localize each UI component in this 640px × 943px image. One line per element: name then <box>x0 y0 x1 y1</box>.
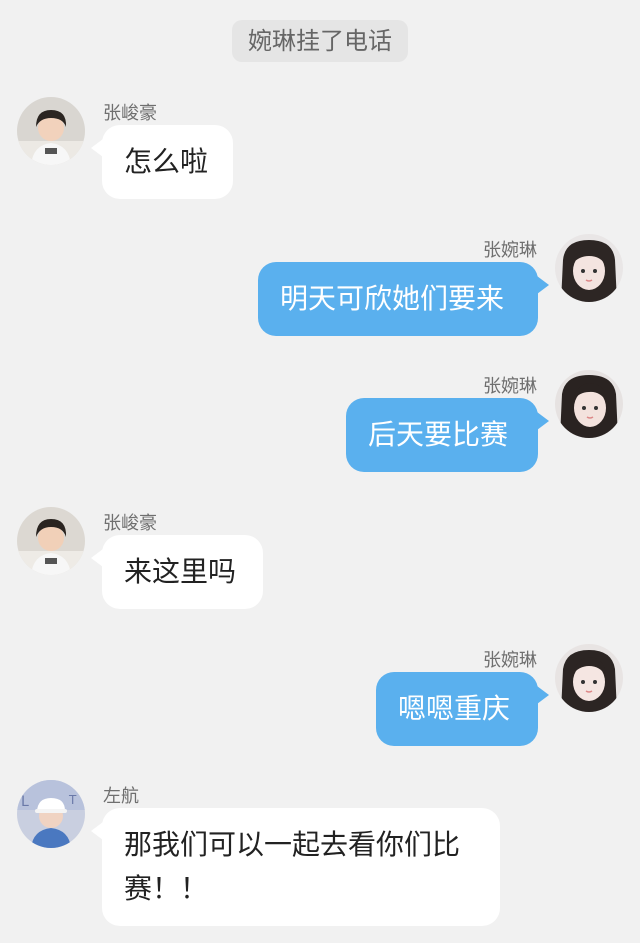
sender-name: 张峻豪 <box>103 513 157 534</box>
chat-bubble[interactable]: 那我们可以一起去看你们比赛！！ <box>91 808 500 926</box>
sender-name: 张婉琳 <box>483 650 537 671</box>
sender-name: 张峻豪 <box>103 103 157 124</box>
system-notice: 婉琳挂了电话 <box>232 20 408 62</box>
avatar[interactable] <box>17 97 85 165</box>
sender-name: 张婉琳 <box>483 240 537 261</box>
message-text: 明天可欣她们要来 <box>280 282 505 315</box>
avatar[interactable] <box>555 644 623 712</box>
boy-avatar-icon <box>17 507 85 575</box>
svg-text:L: L <box>21 794 29 810</box>
sender-name: 张婉琳 <box>483 376 537 397</box>
avatar[interactable] <box>555 370 623 438</box>
boy-cap-avatar-icon: L T <box>17 780 85 848</box>
bubble-tail <box>91 139 103 157</box>
chat-bubble[interactable]: 怎么啦 <box>91 125 233 199</box>
chat-bubble[interactable]: 明天可欣她们要来 <box>258 262 549 336</box>
svg-text:T: T <box>68 793 77 807</box>
girl-avatar-icon <box>555 644 623 712</box>
chat-bubble[interactable]: 嗯嗯重庆 <box>376 672 549 746</box>
message-text: 后天要比赛 <box>368 418 509 451</box>
message-text: 来这里吗 <box>124 555 237 588</box>
message-text: 嗯嗯重庆 <box>398 692 511 725</box>
avatar[interactable] <box>555 234 623 302</box>
avatar[interactable] <box>17 507 85 575</box>
avatar[interactable]: L T <box>17 780 85 848</box>
boy-avatar-icon <box>17 97 85 165</box>
message-text: 那我们可以一起去看你们比赛！！ <box>124 828 461 905</box>
girl-avatar-icon <box>555 370 623 438</box>
chat-bubble[interactable]: 后天要比赛 <box>346 398 549 472</box>
girl-avatar-icon <box>555 234 623 302</box>
bubble-tail <box>537 276 549 294</box>
bubble-tail <box>91 822 103 840</box>
bubble-tail <box>537 686 549 704</box>
message-text: 怎么啦 <box>124 145 209 178</box>
bubble-tail <box>537 412 549 430</box>
chat-bubble[interactable]: 来这里吗 <box>91 535 263 609</box>
sender-name: 左航 <box>103 786 139 807</box>
bubble-tail <box>91 549 103 567</box>
